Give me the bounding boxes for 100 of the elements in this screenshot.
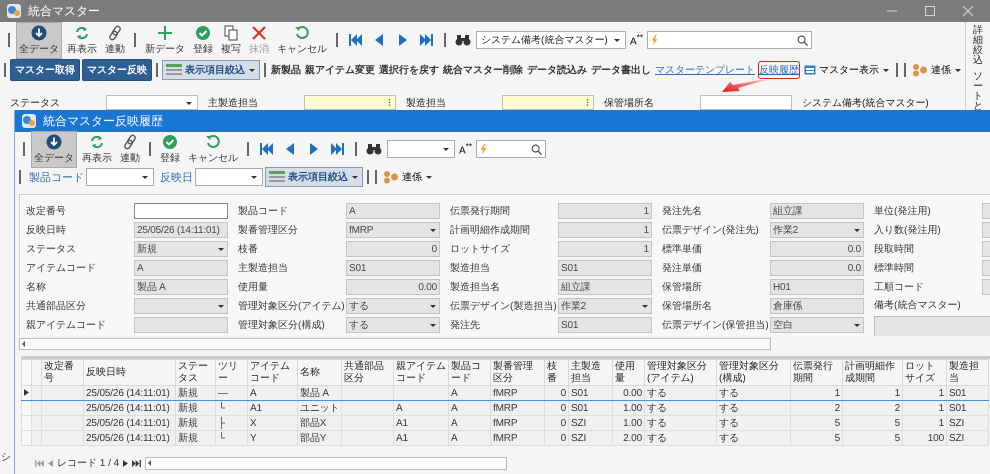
- master-button[interactable]: マスター反映: [82, 59, 152, 81]
- toolbar-button[interactable]: キャンセル: [185, 130, 241, 168]
- dropdown[interactable]: 作業2: [558, 298, 652, 314]
- text-field[interactable]: A: [134, 260, 228, 276]
- dropdown[interactable]: する: [346, 298, 440, 314]
- next-icon[interactable]: [123, 460, 128, 466]
- text-field[interactable]: S01: [558, 260, 652, 276]
- toolbar-button[interactable]: 全データ: [16, 22, 62, 58]
- text-field[interactable]: 0.0: [770, 260, 864, 276]
- toolbar-button[interactable]: 登録: [157, 130, 183, 168]
- text-field[interactable]: 1: [558, 222, 652, 238]
- text-field[interactable]: 0.0: [770, 241, 864, 257]
- column-header[interactable]: 共通部品区分: [342, 360, 394, 386]
- toolbar-button[interactable]: 連動: [117, 130, 143, 168]
- command-button[interactable]: 選択行を戻す: [378, 63, 440, 77]
- text-field[interactable]: A: [346, 203, 440, 219]
- toolbar-button[interactable]: 登録: [190, 22, 216, 58]
- link-menu-button[interactable]: 連係: [910, 63, 964, 77]
- toolbar-button[interactable]: 複写: [218, 22, 244, 58]
- column-header[interactable]: 製番管理区分: [490, 360, 544, 386]
- more-icon[interactable]: [388, 98, 391, 107]
- dropdown[interactable]: fMRP: [346, 222, 440, 238]
- text-field[interactable]: S01: [558, 317, 652, 333]
- more-icon[interactable]: [586, 98, 589, 107]
- first-record-icon[interactable]: [347, 32, 363, 48]
- link[interactable]: マスターテンプレート: [654, 61, 756, 79]
- text-field[interactable]: 組立課: [770, 203, 864, 219]
- first-record-icon[interactable]: [35, 460, 44, 466]
- scrollbar[interactable]: [19, 338, 771, 350]
- column-header[interactable]: 管理対象区分(アイテム): [644, 360, 716, 386]
- command-button[interactable]: データ読込み: [526, 63, 588, 77]
- column-header[interactable]: 管理対象区分(構成): [716, 360, 790, 386]
- dropdown[interactable]: [195, 168, 263, 186]
- dropdown[interactable]: 作業2: [770, 222, 864, 238]
- link-menu-button[interactable]: 連係: [381, 170, 435, 184]
- column-header[interactable]: 反映日時: [84, 360, 176, 386]
- search-field[interactable]: [476, 140, 546, 158]
- search-icon[interactable]: [531, 144, 542, 154]
- column-header[interactable]: ロットサイズ: [902, 360, 946, 386]
- text-field[interactable]: S01: [346, 260, 440, 276]
- text-field[interactable]: 組立課: [558, 279, 652, 295]
- binoculars-icon[interactable]: [455, 32, 471, 48]
- text-field[interactable]: 25/05/26 (14:11:01): [134, 222, 228, 238]
- column-header[interactable]: アイテムコード: [248, 360, 298, 386]
- command-button[interactable]: 新製品: [270, 63, 302, 77]
- toolbar-button[interactable]: キャンセル: [274, 22, 330, 58]
- toolbar-button[interactable]: 再表示: [79, 130, 115, 168]
- search-scope-dropdown[interactable]: システム備考(統合マスター): [476, 31, 626, 49]
- column-header[interactable]: 製品コード: [448, 360, 490, 386]
- text-field[interactable]: [134, 317, 228, 333]
- text-field[interactable]: 1: [558, 203, 652, 219]
- column-header[interactable]: 使用量: [612, 360, 644, 386]
- picker-field[interactable]: [304, 95, 396, 110]
- search-scope-dropdown[interactable]: [387, 140, 455, 158]
- text-field[interactable]: 0.00: [346, 279, 440, 295]
- dropdown[interactable]: 新規: [134, 241, 228, 257]
- master-button[interactable]: マスター取得: [10, 59, 80, 81]
- close-icon[interactable]: [962, 5, 974, 17]
- column-header[interactable]: 主製造担当: [568, 360, 612, 386]
- column-header[interactable]: 枝番: [544, 360, 568, 386]
- view-menu-button[interactable]: マスター表示: [802, 63, 892, 77]
- binoculars-icon[interactable]: [366, 141, 382, 157]
- text-field[interactable]: 1: [558, 241, 652, 257]
- column-header[interactable]: 計画明細作成期間: [842, 360, 902, 386]
- text-field[interactable]: [700, 95, 792, 110]
- toolbar-button[interactable]: 連動: [102, 22, 128, 58]
- filter-menu-button[interactable]: 表示項目絞込: [265, 167, 363, 187]
- toolbar-button[interactable]: 新データ: [142, 22, 188, 58]
- toolbar-button[interactable]: 全データ: [31, 130, 77, 168]
- column-header[interactable]: 製造担当: [946, 360, 988, 386]
- command-button[interactable]: データ書出し: [590, 63, 652, 77]
- toolbar-button[interactable]: 再表示: [64, 22, 100, 58]
- scroll-left-icon[interactable]: [20, 340, 28, 348]
- maximize-icon[interactable]: [924, 5, 936, 17]
- dropdown[interactable]: する: [346, 317, 440, 333]
- column-header[interactable]: ツリー: [216, 360, 248, 386]
- first-record-icon[interactable]: [258, 141, 274, 157]
- column-header[interactable]: 伝票発行期間: [790, 360, 842, 386]
- column-header[interactable]: 改定番号: [42, 360, 84, 386]
- dropdown[interactable]: [106, 95, 198, 110]
- column-header[interactable]: 親アイテムコード: [394, 360, 448, 386]
- previous-icon[interactable]: [48, 460, 53, 466]
- text-field[interactable]: 0: [346, 241, 440, 257]
- side-tab[interactable]: 詳細絞込: [973, 26, 983, 66]
- text-field[interactable]: H01: [770, 279, 864, 295]
- scrollbar[interactable]: [145, 456, 508, 470]
- column-header[interactable]: ステータス: [176, 360, 216, 386]
- link[interactable]: 反映履歴: [758, 61, 800, 79]
- column-header[interactable]: 名称: [298, 360, 342, 386]
- dropdown[interactable]: [86, 168, 154, 186]
- text-field[interactable]: 製品 A: [134, 279, 228, 295]
- last-record-icon[interactable]: [132, 460, 142, 466]
- command-button[interactable]: 親アイテム変更: [304, 63, 376, 77]
- picker-field[interactable]: [502, 95, 594, 110]
- font-button[interactable]: A$^{**}$: [457, 141, 474, 157]
- filter-menu-button[interactable]: 表示項目絞込: [162, 60, 260, 80]
- search-icon[interactable]: [797, 34, 808, 46]
- command-button[interactable]: 統合マスター削除: [442, 63, 524, 77]
- text-field[interactable]: 倉庫係: [770, 298, 864, 314]
- font-button[interactable]: A$^{**}$: [628, 32, 646, 48]
